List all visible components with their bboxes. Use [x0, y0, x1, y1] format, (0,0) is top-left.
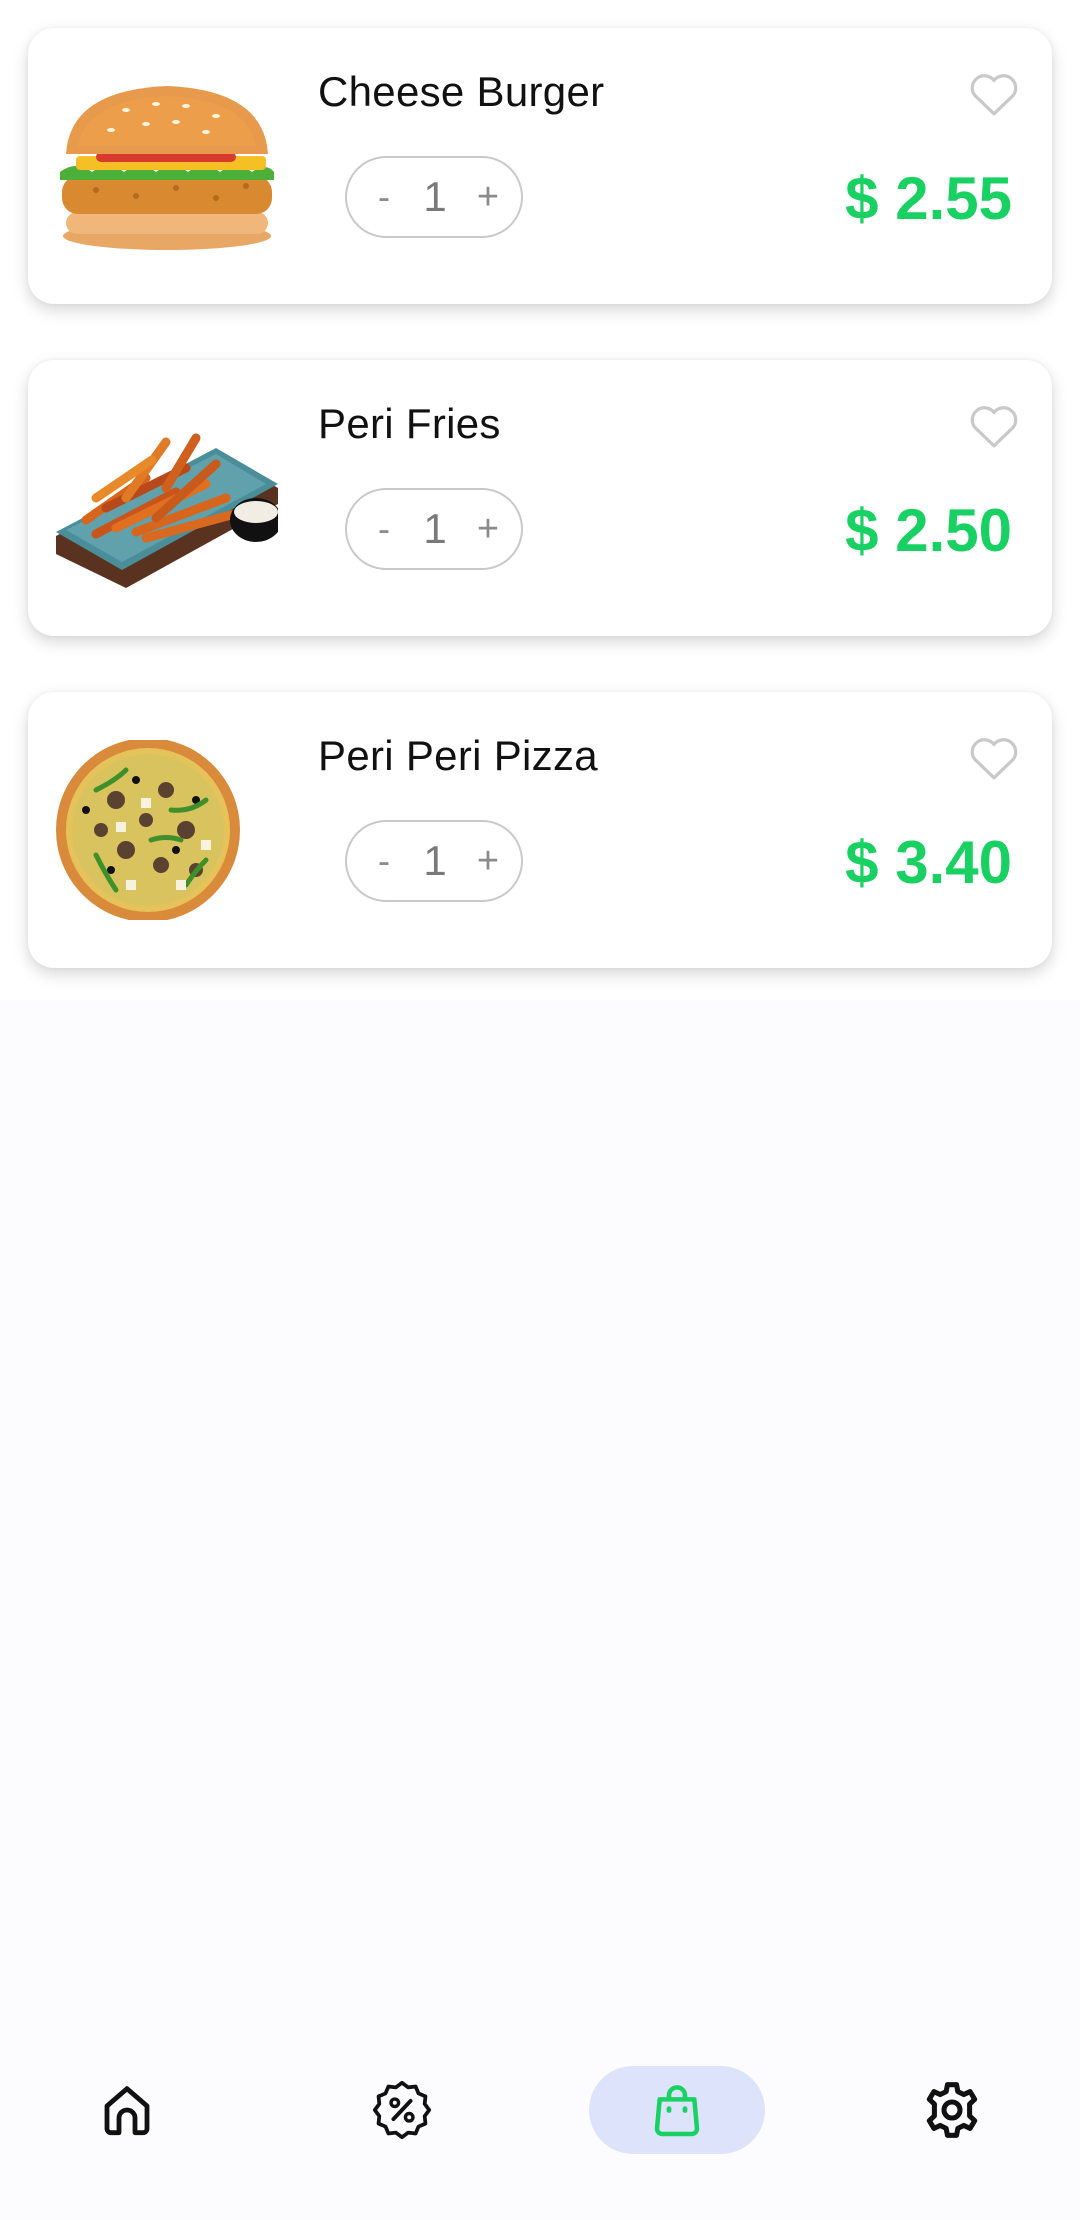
cart-item-card[interactable]: Cheese Burger - 1 + $ 2.55 [28, 28, 1052, 304]
favorite-heart-icon[interactable] [966, 66, 1022, 122]
item-name: Peri Peri Pizza [318, 732, 598, 779]
cart-item-card[interactable]: Peri Fries - 1 + $ 2.50 [28, 360, 1052, 636]
quantity-stepper: - 1 + [345, 156, 523, 238]
quantity-value: 1 [423, 173, 447, 220]
quantity-stepper: - 1 + [345, 488, 523, 570]
nav-offers[interactable] [314, 2066, 490, 2154]
cheese-burger-image [56, 76, 278, 256]
nav-home[interactable] [39, 2066, 215, 2154]
favorite-heart-icon[interactable] [966, 730, 1022, 786]
decrement-button[interactable]: - [371, 508, 397, 550]
item-price: $ 3.40 [845, 829, 1012, 896]
discount-icon [372, 2080, 432, 2140]
home-icon [104, 2086, 150, 2136]
cart-list: Cheese Burger - 1 + $ 2.55 Peri Fries - … [0, 0, 1080, 1000]
nav-settings[interactable] [864, 2066, 1040, 2154]
quantity-stepper: - 1 + [345, 820, 523, 902]
item-name: Cheese Burger [318, 68, 605, 115]
bottom-navigation [0, 2000, 1080, 2220]
item-price: $ 2.55 [845, 165, 1012, 232]
increment-button[interactable]: + [473, 508, 503, 551]
increment-button[interactable]: + [473, 840, 503, 883]
item-price: $ 2.50 [845, 497, 1012, 564]
favorite-heart-icon[interactable] [966, 398, 1022, 454]
decrement-button[interactable]: - [371, 840, 397, 882]
quantity-value: 1 [423, 505, 447, 552]
increment-button[interactable]: + [473, 176, 503, 219]
peri-fries-image [56, 408, 278, 588]
peri-peri-pizza-image [56, 740, 278, 920]
shopping-bag-icon [654, 2085, 700, 2137]
settings-icon [926, 2082, 978, 2138]
quantity-value: 1 [423, 837, 447, 884]
nav-cart[interactable] [589, 2066, 765, 2154]
item-name: Peri Fries [318, 400, 501, 447]
cart-item-card[interactable]: Peri Peri Pizza - 1 + $ 3.40 [28, 692, 1052, 968]
decrement-button[interactable]: - [371, 176, 397, 218]
